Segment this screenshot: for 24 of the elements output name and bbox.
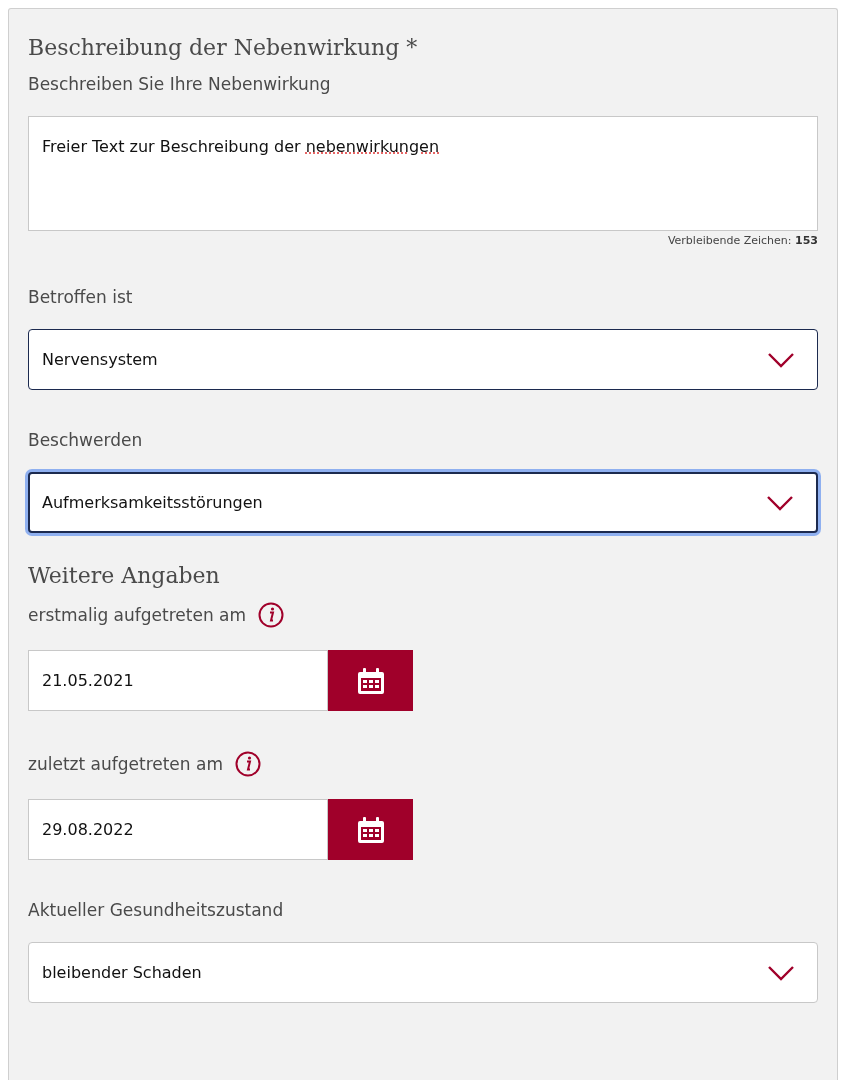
calendar-icon: [356, 815, 385, 844]
chevron-down-icon: [766, 494, 794, 511]
chevron-down-icon: [767, 964, 795, 981]
section-heading: Beschreibung der Nebenwirkung *: [28, 35, 419, 60]
field-label: Beschwerden: [28, 430, 143, 450]
field-label: zuletzt aufgetreten am: [28, 754, 223, 774]
field-label: erstmalig aufgetreten am: [28, 605, 247, 625]
character-counter: Verbleibende Zeichen: 153: [666, 234, 818, 247]
info-icon[interactable]: [235, 751, 261, 777]
chevron-down-icon: [767, 351, 795, 368]
field-label: Aktueller Gesundheitszustand: [28, 900, 284, 920]
section-heading: Weitere Angaben: [28, 563, 221, 588]
dropdown-select[interactable]: Nervensystem: [28, 329, 818, 390]
calendar-button[interactable]: [328, 799, 413, 860]
date-field[interactable]: 21.05.2021: [28, 650, 328, 711]
info-icon[interactable]: [258, 602, 285, 628]
field-label: Beschreiben Sie Ihre Nebenwirkung: [28, 74, 331, 94]
calendar-button[interactable]: [328, 650, 413, 711]
description-field[interactable]: Freier Text zur Beschreibung der nebenwirkungen: [28, 116, 818, 231]
date-field[interactable]: 29.08.2022: [28, 799, 328, 860]
calendar-icon: [356, 666, 385, 695]
dropdown-select[interactable]: bleibender Schaden: [28, 942, 818, 1003]
field-label: Betroffen ist: [28, 287, 133, 307]
dropdown-select[interactable]: Aufmerksamkeitsstörungen: [28, 472, 818, 533]
